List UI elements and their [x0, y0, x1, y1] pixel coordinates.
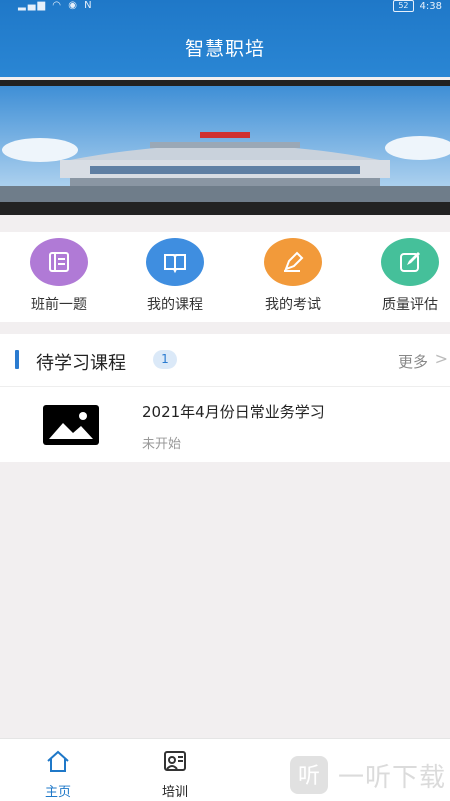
nav-label: 培训: [161, 785, 188, 800]
pen-icon: [264, 238, 322, 286]
svg-text:听: 听: [298, 764, 320, 789]
menu-label: 质量评估: [382, 297, 438, 313]
ticket-icon: [30, 238, 88, 286]
watermark-logo: 听: [290, 756, 328, 794]
watermark: 听 一听下载: [290, 750, 446, 800]
nav-label: 主页: [44, 785, 71, 800]
section-title: 待学习课程: [36, 353, 126, 374]
menu-item-quality-assessment[interactable]: 质量评估: [355, 238, 450, 314]
quick-menu: 班前一题 我的课程 我的考试 质量评估: [0, 232, 450, 322]
nav-home[interactable]: 主页: [23, 749, 93, 800]
course-title: 2021年4月份日常业务学习: [142, 403, 325, 421]
section-header: 待学习课程 1 更多 >: [0, 334, 450, 387]
course-status: 未开始: [142, 437, 182, 452]
chevron-right-icon[interactable]: >: [435, 349, 448, 368]
section-accent-bar: [15, 350, 19, 369]
menu-item-question[interactable]: 班前一题: [4, 238, 114, 314]
more-link[interactable]: 更多: [398, 351, 428, 372]
wifi-icon: ◠: [52, 0, 63, 11]
eye-icon: ◉: [68, 0, 79, 11]
station-building-image: [0, 80, 450, 215]
status-time: 4:38: [419, 0, 442, 12]
pending-courses-section: 待学习课程 1 更多 > 2021年4月份日常业务学习 未开始: [0, 334, 450, 462]
menu-label: 我的考试: [265, 297, 321, 313]
list-item[interactable]: 2021年4月份日常业务学习 未开始: [0, 387, 450, 462]
nav-training[interactable]: 培训: [140, 749, 210, 800]
battery-indicator: 52: [393, 0, 414, 12]
banner-image[interactable]: [0, 80, 450, 215]
watermark-text: 一听下载: [338, 762, 447, 793]
book-icon: [146, 238, 204, 286]
status-left-icons: ▂▄▆ ◠ ◉ N: [18, 0, 94, 11]
image-placeholder-icon: [43, 405, 99, 449]
status-right: 52 4:38: [393, 0, 442, 12]
signal-icon: ▂▄▆: [18, 0, 48, 11]
app-header: ▂▄▆ ◠ ◉ N 52 4:38 智慧职培: [0, 0, 450, 77]
menu-item-my-exams[interactable]: 我的考试: [238, 238, 348, 314]
nfc-icon: N: [84, 0, 94, 11]
page-title: 智慧职培: [184, 38, 265, 60]
edit-icon: [381, 238, 439, 286]
menu-label: 班前一题: [31, 297, 87, 313]
count-badge: 1: [153, 350, 177, 369]
status-bar: ▂▄▆ ◠ ◉ N 52 4:38: [0, 0, 450, 14]
training-icon: [164, 751, 186, 771]
menu-label: 我的课程: [147, 297, 203, 313]
menu-item-my-courses[interactable]: 我的课程: [120, 238, 230, 314]
home-icon: [47, 750, 69, 772]
